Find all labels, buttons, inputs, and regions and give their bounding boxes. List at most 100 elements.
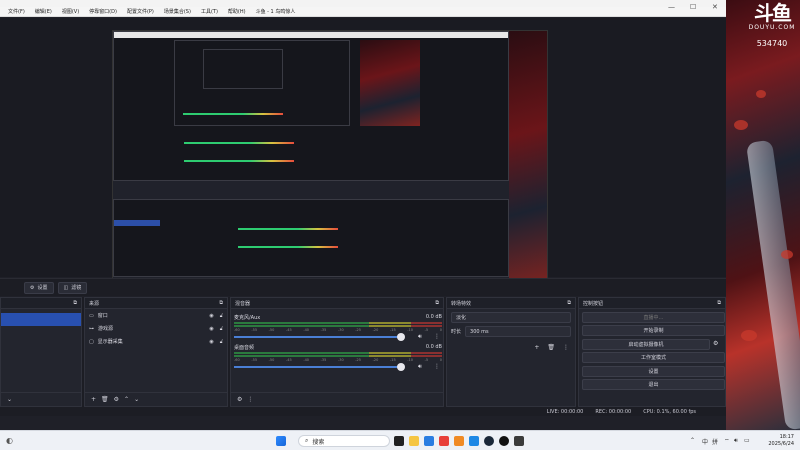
minimize-button[interactable]: — xyxy=(668,3,675,11)
taskbar-search[interactable]: ⌕ 搜索 xyxy=(298,435,390,447)
canvas-preview[interactable] xyxy=(112,30,548,292)
fader-handle[interactable] xyxy=(396,333,405,341)
volume-icon[interactable]: 🔊︎ xyxy=(734,437,738,445)
volume-fader[interactable] xyxy=(234,336,401,338)
start-icon[interactable] xyxy=(276,436,286,446)
meter-tick-label: 0 xyxy=(439,328,442,332)
properties-button[interactable]: ⚙ 设置 xyxy=(24,281,54,294)
app-icon[interactable] xyxy=(514,436,524,446)
add-icon[interactable]: + xyxy=(534,344,539,351)
close-button[interactable]: ✕ xyxy=(712,3,718,11)
menu-item[interactable]: 停靠窗口(D) xyxy=(89,8,117,15)
gear-icon[interactable]: ⚙ xyxy=(114,396,119,403)
studio-mode-button[interactable]: 工作室模式 xyxy=(582,352,725,363)
lock-icon[interactable]: 🔓︎ xyxy=(220,313,223,319)
speaker-icon[interactable]: 🔊︎ xyxy=(418,363,422,371)
store-icon[interactable] xyxy=(424,436,434,446)
speaker-icon[interactable]: 🔊︎ xyxy=(418,333,422,341)
filters-button[interactable]: ◫ 滤镜 xyxy=(57,281,88,294)
app-icon[interactable] xyxy=(454,436,464,446)
more-menu-icon[interactable]: ⋮ xyxy=(434,333,440,340)
transition-select[interactable]: 淡化 xyxy=(451,312,571,323)
chevron-up-icon[interactable]: ⌃ xyxy=(124,396,129,403)
chevron-up-icon[interactable]: ⌃ xyxy=(690,437,695,444)
source-item[interactable]: ⊶ 游戏源 ◉ 🔓︎ xyxy=(85,322,227,335)
maximize-button[interactable]: ☐ xyxy=(690,3,696,11)
meter-ticks: -60 -55 -50 -45 -40 -35 -30 -25 -20 -15 -10 -5 0 xyxy=(234,328,442,332)
channel-name: 桌面音频 xyxy=(234,345,255,351)
task-view-icon[interactable] xyxy=(394,436,404,446)
source-item[interactable]: ▢ 显示器采集 ◉ 🔓︎ xyxy=(85,335,227,348)
obs-icon[interactable] xyxy=(499,436,509,446)
menu-item[interactable]: 帮助(H) xyxy=(228,8,246,15)
clock-time: 18:17 xyxy=(779,434,794,440)
trash-icon[interactable]: 🗑︎ xyxy=(547,344,555,351)
cpu-status: CPU: 0.1%, 60.00 fps xyxy=(643,408,696,415)
more-menu-icon[interactable]: ⋮ xyxy=(247,396,253,403)
meter-tick-label: -20 xyxy=(372,328,379,332)
gear-icon: ⚙ xyxy=(30,284,35,291)
meter-tick-label: -5 xyxy=(424,328,429,332)
system-clock[interactable]: 18:17 2025/6/24 xyxy=(768,434,794,448)
steam-icon[interactable] xyxy=(484,436,494,446)
menu-item[interactable]: 斗鱼 - 1 鸟鸣惊人 xyxy=(256,8,296,15)
menu-item[interactable]: 场景集合(S) xyxy=(164,8,191,15)
source-item[interactable]: ▭ 窗口 ◉ 🔓︎ xyxy=(85,309,227,322)
dock-float-icon[interactable]: ⧉ xyxy=(219,300,223,306)
dock-float-icon[interactable]: ⧉ xyxy=(567,300,571,306)
visibility-eye-icon[interactable]: ◉ xyxy=(209,339,213,345)
ime-indicator[interactable]: 中 xyxy=(702,437,708,446)
lock-icon[interactable]: 🔓︎ xyxy=(220,339,223,345)
battery-icon[interactable]: ▭ xyxy=(744,437,750,444)
menu-item[interactable]: 工具(T) xyxy=(201,8,218,15)
ime-mode[interactable]: 拼 xyxy=(712,437,718,446)
stream-button[interactable]: 直播中… xyxy=(582,311,725,323)
visibility-eye-icon[interactable]: ◉ xyxy=(209,313,213,319)
scene-item-selected[interactable] xyxy=(1,313,81,326)
meter-tick-label: -10 xyxy=(407,358,413,362)
menu-item[interactable]: 编辑(E) xyxy=(35,8,52,15)
chevron-down-icon[interactable]: ⌄ xyxy=(7,396,12,403)
trash-icon[interactable]: 🗑︎ xyxy=(101,396,109,403)
dock-float-icon[interactable]: ⧉ xyxy=(717,300,721,306)
duration-input[interactable]: 300 ms xyxy=(465,326,571,337)
nested-menubar xyxy=(114,32,508,38)
filters-label: 滤镜 xyxy=(71,285,82,291)
preview-wallpaper xyxy=(509,31,547,285)
app-icon[interactable] xyxy=(439,436,449,446)
lock-icon[interactable]: 🔓︎ xyxy=(220,326,223,332)
volume-meter xyxy=(234,322,442,324)
advanced-audio-icon[interactable]: ⚙ xyxy=(237,396,242,403)
docks-area: ⧉ ⌄ 来源 ⧉ ▭ 窗口 ◉ 🔓︎ ⊶ 游戏源 ◉ 🔓︎ ▢ 显示器采集 ◉ … xyxy=(0,297,726,407)
browser-icon[interactable] xyxy=(469,436,479,446)
dock-float-icon[interactable]: ⧉ xyxy=(435,300,439,306)
menu-item[interactable]: 文件(F) xyxy=(8,8,25,15)
exit-button[interactable]: 退出 xyxy=(582,379,725,390)
meter-tick-label: -50 xyxy=(268,328,275,332)
visibility-eye-icon[interactable]: ◉ xyxy=(209,326,213,332)
start-recording-button[interactable]: 开始录制 xyxy=(582,325,725,336)
chevron-down-icon[interactable]: ⌄ xyxy=(134,396,139,403)
menu-item[interactable]: 配置文件(P) xyxy=(127,8,154,15)
meter-tick-label: -55 xyxy=(251,328,258,332)
transitions-title: 转场特效 xyxy=(451,300,472,307)
volume-fader[interactable] xyxy=(234,366,401,368)
volume-meter xyxy=(234,352,442,354)
file-explorer-icon[interactable] xyxy=(409,436,419,446)
more-menu-icon[interactable]: ⋮ xyxy=(563,344,569,351)
network-icon[interactable]: ⌔ xyxy=(724,437,730,445)
room-number: 534740 xyxy=(756,39,788,48)
gamepad-icon: ⊶ xyxy=(89,325,94,332)
douyu-logo-sub: DOUYU.COM xyxy=(748,24,796,31)
wallpaper-leaf xyxy=(741,330,757,341)
add-icon[interactable]: + xyxy=(91,396,96,403)
virtual-camera-button[interactable]: 启动虚拟摄像机 xyxy=(582,338,710,350)
dock-float-icon[interactable]: ⧉ xyxy=(73,300,77,306)
menu-item[interactable]: 视图(V) xyxy=(62,8,79,15)
gear-icon[interactable]: ⚙ xyxy=(713,340,718,347)
fader-handle[interactable] xyxy=(396,363,405,371)
more-menu-icon[interactable]: ⋮ xyxy=(434,363,440,370)
settings-button[interactable]: 设置 xyxy=(582,365,725,377)
preview-area[interactable] xyxy=(0,18,726,292)
widgets-icon[interactable]: ◐ xyxy=(6,436,13,445)
